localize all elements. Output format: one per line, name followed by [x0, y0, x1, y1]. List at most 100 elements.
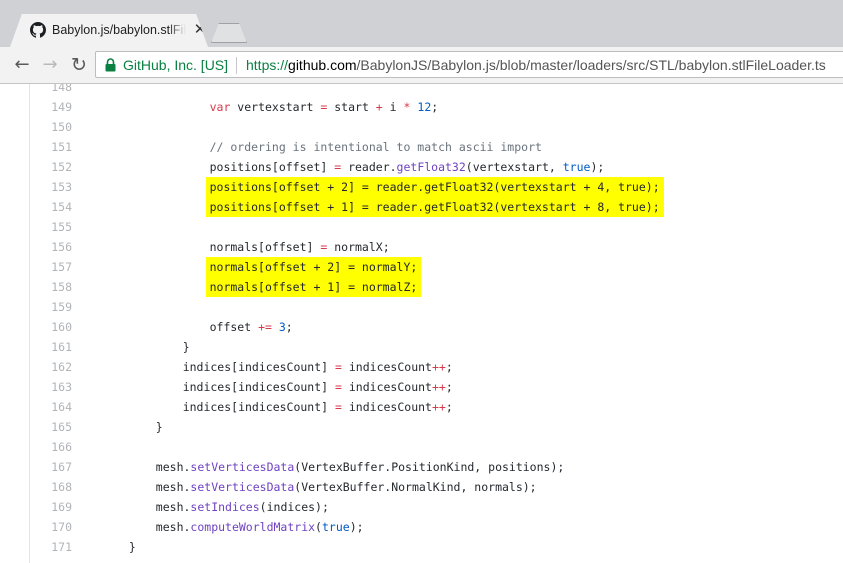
code-line: 153 positions[offset + 2] = reader.getFlo…	[0, 177, 843, 197]
code-line: 166	[0, 437, 843, 457]
lock-icon	[105, 58, 116, 72]
github-icon	[30, 22, 46, 38]
code-token: vertexstart	[230, 100, 321, 114]
code-line: 158 normals[offset + 1] = normalZ;	[0, 277, 843, 297]
code-line: 155	[0, 217, 843, 237]
code-token: );	[349, 520, 364, 534]
code-token: positions[offset + 2] = reader.getFloat3…	[209, 180, 660, 194]
code-line: 159	[0, 297, 843, 317]
code-token: positions[offset + 1] = reader.getFloat3…	[209, 200, 660, 214]
code-line: 154 positions[offset + 1] = reader.getFlo…	[0, 197, 843, 217]
address-bar[interactable]: GitHub, Inc. [US] https://github.com/Bab…	[95, 51, 843, 78]
code-token: (VertexBuffer.PositionKind, positions);	[294, 460, 565, 474]
url-path: /BabylonJS/Babylon.js/blob/master/loader…	[356, 57, 826, 73]
code-line: 164 indices[indicesCount] = indicesCount+…	[0, 397, 843, 417]
code-line: 168 mesh.setVerticesData(VertexBuffer.Nor…	[0, 477, 843, 497]
code-token: =	[335, 400, 342, 414]
code-token: ++	[431, 380, 446, 394]
tab-strip: Babylon.js/babylon.stlFileLoader.ts ✕	[0, 0, 843, 47]
code-token: computeWorldMatrix	[190, 520, 316, 534]
code-token: start	[327, 100, 376, 114]
highlighted-code: positions[offset + 1] = reader.getFloat3…	[205, 197, 664, 217]
line-number[interactable]: 171	[30, 537, 72, 557]
code-token: getFloat32	[396, 160, 466, 174]
code-text: }	[156, 417, 163, 437]
code-line: 157 normals[offset + 2] = normalY;	[0, 257, 843, 277]
code-token: =	[335, 380, 342, 394]
line-number[interactable]: 167	[30, 457, 72, 477]
forward-arrow-icon[interactable]: →	[38, 53, 62, 77]
line-number[interactable]: 169	[30, 497, 72, 517]
code-token: =	[335, 360, 342, 374]
url-text[interactable]: https://github.com/BabylonJS/Babylon.js/…	[246, 57, 826, 73]
tab-title: Babylon.js/babylon.stlFileLoader.ts	[52, 23, 186, 37]
code-text: mesh.computeWorldMatrix(true);	[156, 517, 364, 537]
code-token: (	[315, 520, 322, 534]
code-token: mesh.	[155, 500, 191, 514]
code-token: ;	[445, 360, 453, 374]
code-text: mesh.setIndices(indices);	[156, 497, 329, 517]
line-number[interactable]: 170	[30, 517, 72, 537]
code-text: }	[183, 337, 190, 357]
code-line: 162 indices[indicesCount] = indicesCount+…	[0, 357, 843, 377]
line-number[interactable]: 151	[30, 137, 72, 157]
code-token: normals[offset + 2] = normalY;	[209, 260, 418, 274]
code-line: 156 normals[offset] = normalX;	[0, 237, 843, 257]
code-token: setIndices	[190, 500, 260, 514]
line-number[interactable]: 159	[30, 297, 72, 317]
close-icon[interactable]: ✕	[192, 21, 208, 37]
line-number[interactable]: 156	[30, 237, 72, 257]
line-number[interactable]: 165	[30, 417, 72, 437]
code-text: indices[indicesCount] = indicesCount++;	[183, 377, 453, 397]
line-number[interactable]: 155	[30, 217, 72, 237]
code-token: indices[indicesCount]	[182, 400, 336, 414]
code-token: }	[155, 420, 163, 434]
code-token: ++	[431, 400, 446, 414]
line-number[interactable]: 168	[30, 477, 72, 497]
code-line: 150	[0, 117, 843, 137]
code-token: mesh.	[155, 520, 191, 534]
browser-toolbar: ← → ↻ GitHub, Inc. [US] https://github.c…	[0, 47, 843, 84]
tab-active[interactable]: Babylon.js/babylon.stlFileLoader.ts ✕	[10, 14, 208, 47]
new-tab-button[interactable]	[211, 23, 247, 43]
code-token: }	[182, 340, 190, 354]
code-token: // ordering is intentional to match asci…	[209, 140, 542, 154]
line-number[interactable]: 166	[30, 437, 72, 457]
line-number[interactable]: 162	[30, 357, 72, 377]
line-number[interactable]: 153	[30, 177, 72, 197]
code-token: ;	[445, 400, 453, 414]
line-number[interactable]: 152	[30, 157, 72, 177]
line-number[interactable]: 148	[30, 84, 72, 97]
line-number[interactable]: 161	[30, 337, 72, 357]
code-token: indicesCount	[341, 400, 432, 414]
code-line: 170 mesh.computeWorldMatrix(true);	[0, 517, 843, 537]
line-number[interactable]: 149	[30, 97, 72, 117]
code-token: setVerticesData	[190, 460, 295, 474]
code-line: 171}	[0, 537, 843, 557]
url-domain: github.com	[288, 57, 357, 73]
line-number[interactable]: 154	[30, 197, 72, 217]
code-token: ++	[431, 360, 446, 374]
code-token: indices[indicesCount]	[182, 360, 336, 374]
line-number[interactable]: 163	[30, 377, 72, 397]
line-number[interactable]: 164	[30, 397, 72, 417]
code-token: indices[indicesCount]	[182, 380, 336, 394]
reload-icon[interactable]: ↻	[67, 53, 91, 77]
line-number[interactable]: 150	[30, 117, 72, 137]
code-text: var vertexstart = start + i * 12;	[210, 97, 439, 117]
code-token: ;	[431, 100, 439, 114]
site-identity[interactable]: GitHub, Inc. [US]	[123, 57, 228, 73]
line-number[interactable]: 157	[30, 257, 72, 277]
back-arrow-icon[interactable]: ←	[10, 53, 34, 77]
highlighted-code: positions[offset + 2] = reader.getFloat3…	[205, 177, 664, 197]
omnibox-divider	[236, 57, 237, 74]
code-token: indicesCount	[341, 360, 432, 374]
code-token: 12	[417, 100, 432, 114]
line-number[interactable]: 160	[30, 317, 72, 337]
code-token: reader.	[341, 160, 397, 174]
code-token: normals[offset + 1] = normalZ;	[209, 280, 418, 294]
code-token: setVerticesData	[190, 480, 295, 494]
line-number[interactable]: 158	[30, 277, 72, 297]
code-token: +=	[258, 320, 272, 334]
